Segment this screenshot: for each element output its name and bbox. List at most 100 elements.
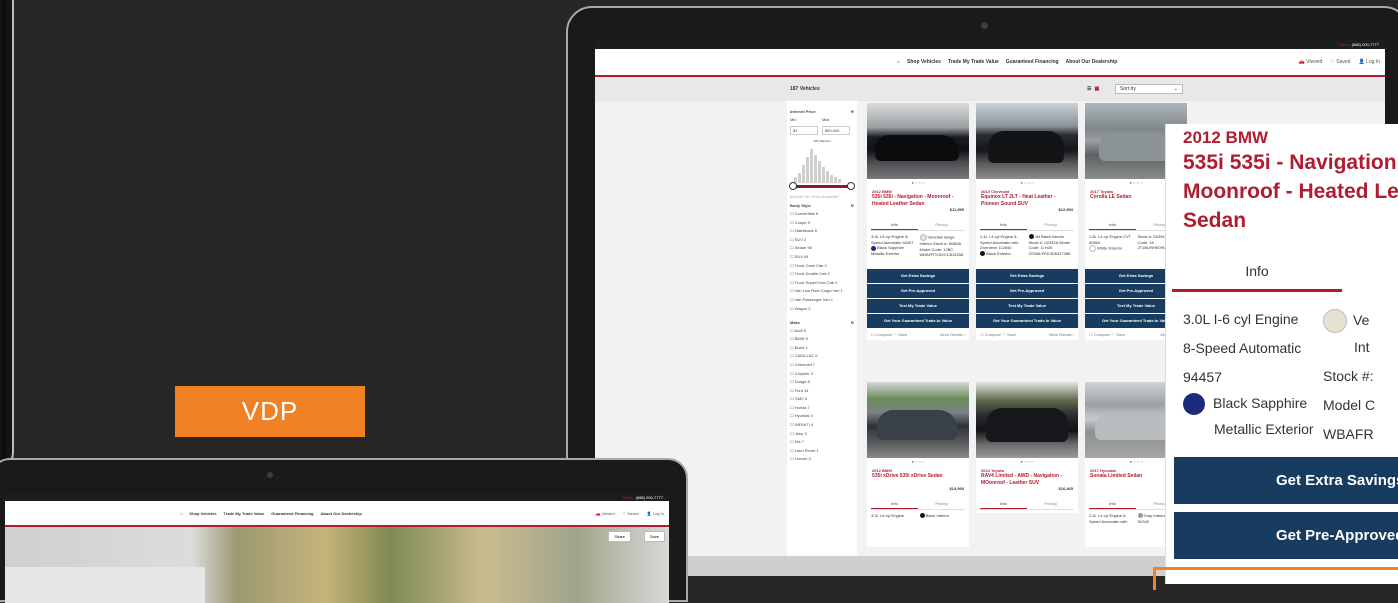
- filter-option[interactable]: ☐ Truck SuperCrew Cab 2: [790, 280, 854, 285]
- filter-option[interactable]: ☐ Lincoln 3: [790, 456, 854, 461]
- home-icon[interactable]: ⌂: [897, 59, 900, 65]
- filter-option[interactable]: ☐ CADILLAC 6: [790, 353, 854, 358]
- filter-option[interactable]: ☐ Buick 1: [790, 345, 854, 350]
- filter-option[interactable]: ☐ GMC 6: [790, 396, 854, 401]
- photo-pager[interactable]: ● ○ ○ ○: [867, 179, 969, 187]
- pre-approved-button[interactable]: Get Pre-Approved: [1174, 512, 1398, 560]
- vehicle-photo[interactable]: [976, 382, 1078, 458]
- guaranteed-trade-button[interactable]: Get Your Guaranteed Trade-In Value: [867, 314, 969, 328]
- tab-info[interactable]: Info: [1172, 253, 1342, 292]
- trade-value-button[interactable]: Text My Trade Value: [976, 299, 1078, 313]
- nav-about[interactable]: About Our Dealership: [320, 511, 361, 516]
- filter-option[interactable]: ☐ Honda 7: [790, 405, 854, 410]
- filter-option[interactable]: ☐ Truck Crew Cab 2: [790, 263, 854, 268]
- vehicle-card[interactable]: ● ○ ○ ○ 2013 Chevrolet Equinox LT 2LT - …: [976, 103, 1078, 340]
- save-button[interactable]: Save: [643, 531, 665, 542]
- extra-savings-button[interactable]: Get Extra Savings: [976, 269, 1078, 283]
- tab-info[interactable]: Info: [1089, 499, 1136, 509]
- filter-option[interactable]: ☐ Land Rover 1: [790, 448, 854, 453]
- filter-price-header[interactable]: Internet Price ⊖: [790, 109, 854, 114]
- tab-info[interactable]: Info: [980, 220, 1027, 230]
- filter-option[interactable]: ☐ Kia 7: [790, 439, 854, 444]
- saved-link[interactable]: ♡ Saved: [623, 511, 639, 516]
- filter-option[interactable]: ☐ Sedan 96: [790, 245, 854, 250]
- filter-option[interactable]: ☐ Hatchback 6: [790, 228, 854, 233]
- compare-link[interactable]: ☐ Compare ♡ Save: [980, 332, 1016, 337]
- trade-value-button[interactable]: Text My Trade Value: [867, 299, 969, 313]
- photo-pager[interactable]: ● ○ ○ ○: [976, 458, 1078, 466]
- filter-option[interactable]: ☐ Audi 5: [790, 328, 854, 333]
- filter-option[interactable]: ☐ Truck Double Cab 2: [790, 271, 854, 276]
- pre-approved-button[interactable]: Get Pre-Approved: [867, 284, 969, 298]
- nav-trade[interactable]: Trade My Trade Value: [224, 511, 265, 516]
- phone-number[interactable]: (888) 000-7777: [1352, 42, 1379, 47]
- filter-option[interactable]: ☐ Hyundai 4: [790, 413, 854, 418]
- nav-shop[interactable]: Shop Vehicles: [189, 511, 216, 516]
- filter-option[interactable]: ☐ Van Passenger Van 1: [790, 297, 854, 302]
- nav-financing[interactable]: Guaranteed Financing: [1006, 59, 1059, 65]
- filter-body-header[interactable]: Body Style ⊖: [790, 203, 854, 208]
- vehicle-photo[interactable]: [867, 382, 969, 458]
- nav-trade[interactable]: Trade My Trade Value: [948, 59, 999, 65]
- home-icon[interactable]: ⌂: [180, 511, 182, 516]
- price-slider[interactable]: [789, 182, 855, 190]
- no-price-option[interactable]: Include "No Price Available": [790, 194, 854, 199]
- photo-pager[interactable]: ● ○ ○ ○: [867, 458, 969, 466]
- filter-option[interactable]: ☐ Coupe 9: [790, 220, 854, 225]
- sort-select[interactable]: Sort by ⌄: [1115, 84, 1183, 94]
- share-button[interactable]: Share: [608, 531, 631, 542]
- tab-pricing[interactable]: Pricing: [918, 220, 965, 230]
- viewed-link[interactable]: 🚗 Viewed: [1298, 59, 1322, 65]
- phone-number[interactable]: (888) 000-7777: [636, 495, 663, 500]
- extra-savings-button[interactable]: Get Extra Savings: [867, 269, 969, 283]
- tab-info[interactable]: Info: [1089, 220, 1136, 230]
- collapse-icon[interactable]: ⊖: [851, 320, 854, 325]
- photo-pager[interactable]: ● ○ ○ ○: [976, 179, 1078, 187]
- tab-pricing[interactable]: Pricing: [1027, 499, 1074, 509]
- tab-pricing[interactable]: Pricing: [918, 499, 965, 509]
- tab-info[interactable]: Info: [871, 499, 918, 509]
- filter-option[interactable]: ☐ BMW 5: [790, 336, 854, 341]
- filter-make-header[interactable]: Make ⊖: [790, 320, 854, 325]
- min-price-input[interactable]: $1: [790, 126, 818, 135]
- compare-link[interactable]: ☐ Compare ♡ Save: [1089, 332, 1125, 337]
- filter-option[interactable]: ☐ Ford 14: [790, 388, 854, 393]
- guaranteed-trade-button[interactable]: Get Your Guaranteed Trade-In Value: [976, 314, 1078, 328]
- max-price-input[interactable]: $50,000: [822, 126, 850, 135]
- compare-link[interactable]: ☐ Compare ♡ Save: [871, 332, 907, 337]
- filter-option[interactable]: ☐ Chrysler 2: [790, 371, 854, 376]
- saved-link[interactable]: ♡ Saved: [1330, 59, 1350, 65]
- tab-info[interactable]: Info: [871, 220, 918, 230]
- vehicle-card[interactable]: ● ○ ○ ○ 2012 BMW 535i 535i - Navigation …: [867, 103, 969, 340]
- vehicle-photo[interactable]: [867, 103, 969, 179]
- tab-pricing[interactable]: Pricing: [1027, 220, 1074, 230]
- vehicle-photo[interactable]: [976, 103, 1078, 179]
- login-link[interactable]: 👤 Log In: [647, 511, 664, 516]
- filter-option[interactable]: ☐ Wagon 2: [790, 306, 854, 311]
- filter-option[interactable]: ☐ SUV 2: [790, 237, 854, 242]
- nav-about[interactable]: About Our Dealership: [1066, 59, 1118, 65]
- vehicle-card[interactable]: ● ○ ○ ○ 2014 Toyota RAV4 Limited - AWD -…: [976, 382, 1078, 513]
- filter-option[interactable]: ☐ Van Low Roof Cargo Van 1: [790, 288, 854, 293]
- nav-shop[interactable]: Shop Vehicles: [907, 59, 941, 65]
- login-link[interactable]: 👤 Log In: [1358, 59, 1380, 65]
- extra-savings-button[interactable]: Get Extra Savings: [1174, 457, 1398, 505]
- filter-option[interactable]: ☐ Chevrolet 7: [790, 362, 854, 367]
- grid-view-icon[interactable]: ▦: [1094, 86, 1099, 92]
- more-details-link[interactable]: More Details ›: [940, 332, 965, 337]
- filter-option[interactable]: ☐ Jeep 3: [790, 431, 854, 436]
- collapse-icon[interactable]: ⊖: [851, 203, 854, 208]
- pre-approved-button[interactable]: Get Pre-Approved: [976, 284, 1078, 298]
- nav-financing[interactable]: Guaranteed Financing: [271, 511, 313, 516]
- filter-option[interactable]: ☐ Convertible 6: [790, 211, 854, 216]
- filter-option[interactable]: ☐ INFINITI 4: [790, 422, 854, 427]
- list-view-icon[interactable]: ☰: [1087, 86, 1091, 92]
- tab-info[interactable]: Info: [980, 499, 1027, 509]
- filter-option[interactable]: ☐ Dodge 6: [790, 379, 854, 384]
- filter-option[interactable]: ☐ SUV 54: [790, 254, 854, 259]
- collapse-icon[interactable]: ⊖: [851, 109, 854, 114]
- zoom-title[interactable]: 535i 535i - Navigation - Moonroof - Heat…: [1166, 148, 1398, 235]
- vehicle-card[interactable]: ● ○ ○ ○ 2012 BMW 535i xDrive 535i xDrive…: [867, 382, 969, 547]
- viewed-link[interactable]: 🚗 Viewed: [596, 511, 615, 516]
- more-details-link[interactable]: More Details ›: [1049, 332, 1074, 337]
